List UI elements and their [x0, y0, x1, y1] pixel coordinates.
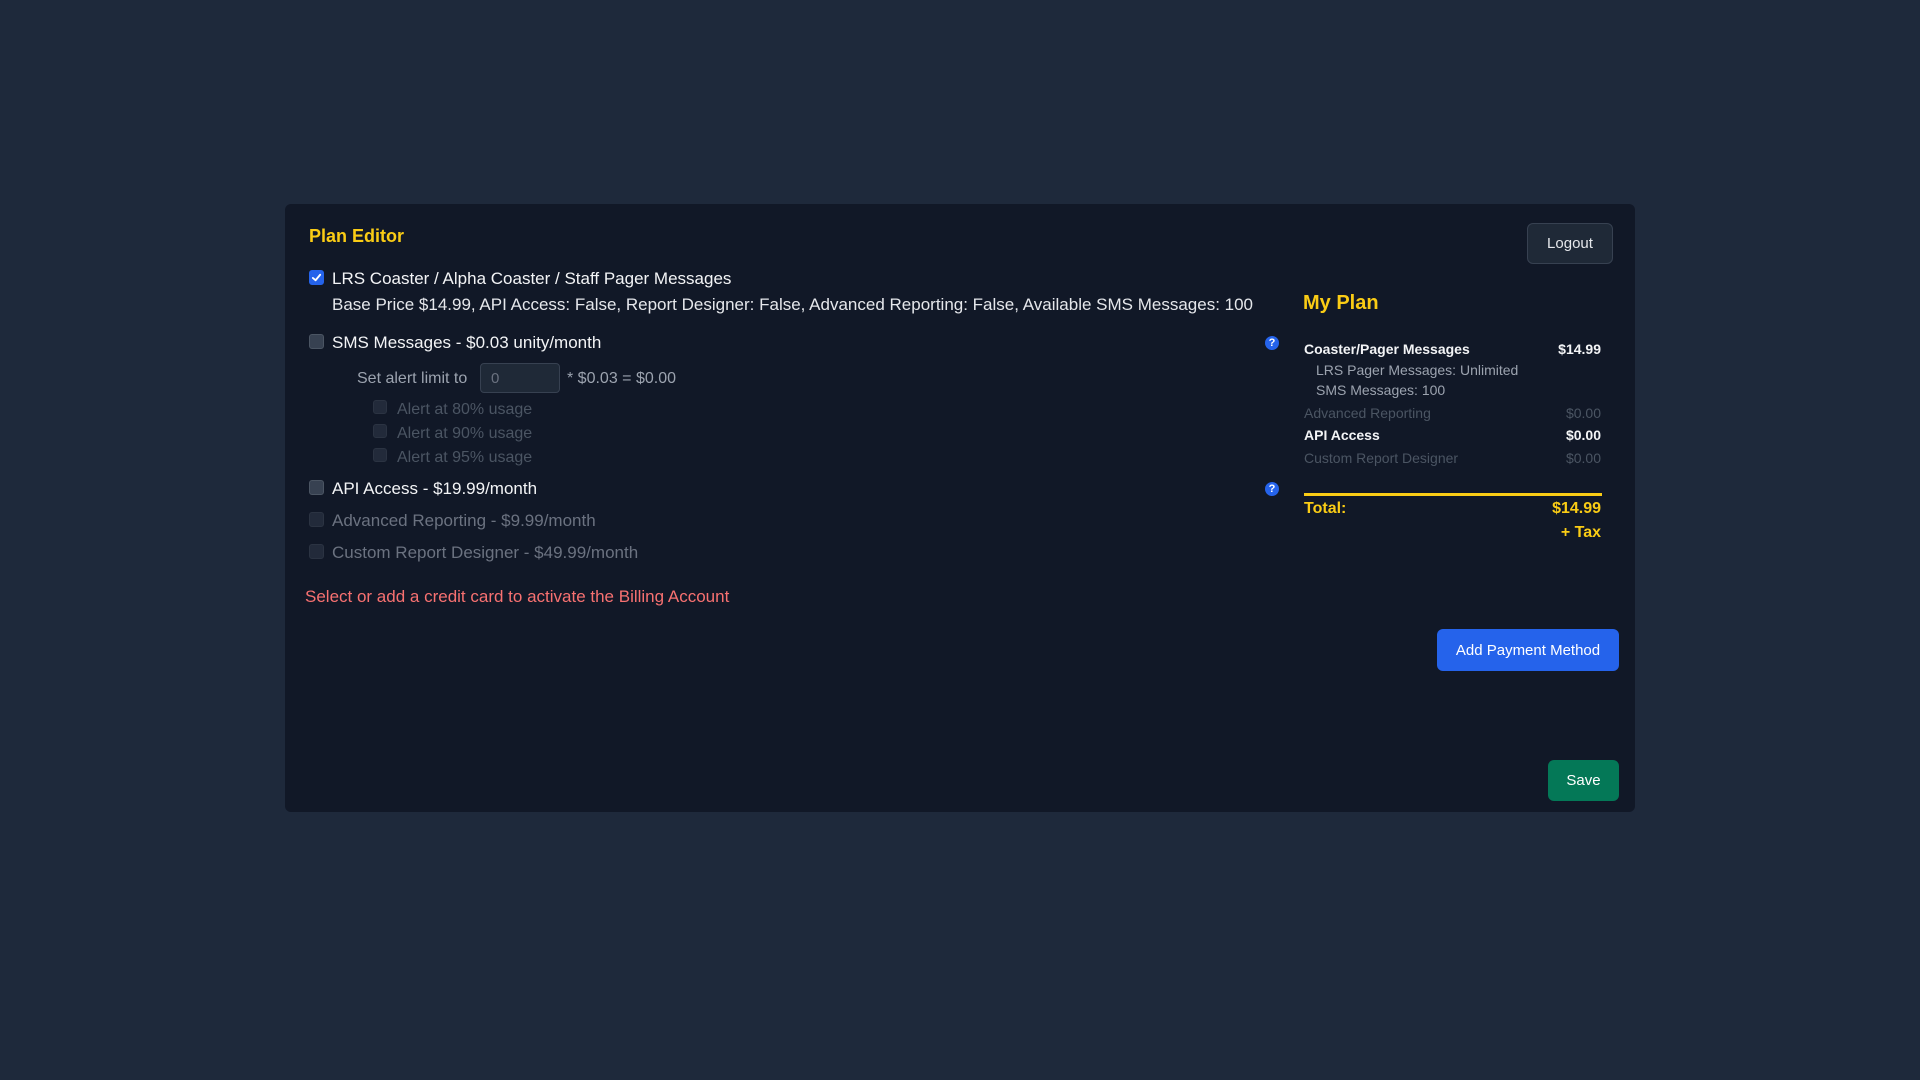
- report-designer-checkbox[interactable]: [309, 544, 324, 559]
- logout-button[interactable]: Logout: [1527, 223, 1613, 264]
- page-title: Plan Editor: [309, 226, 405, 246]
- base-plan-label: LRS Coaster / Alpha Coaster / Staff Page…: [332, 269, 732, 288]
- alert-limit-input[interactable]: [480, 363, 560, 393]
- my-plan-title: My Plan: [1303, 292, 1379, 314]
- api-access-label: API Access - $19.99/month: [332, 479, 538, 498]
- my-plan-total-label: Total:: [1304, 500, 1347, 517]
- api-help-icon[interactable]: ?: [1265, 482, 1279, 496]
- my-plan-advanced-reporting-row: Advanced Reporting $0.00: [1304, 405, 1601, 421]
- api-access-checkbox[interactable]: [309, 480, 324, 495]
- my-plan-tax-note: + Tax: [1560, 524, 1601, 541]
- alert-90-label: Alert at 90% usage: [397, 425, 533, 442]
- alert-80-checkbox[interactable]: [373, 400, 387, 414]
- base-plan-description: Base Price $14.99, API Access: False, Re…: [332, 295, 1254, 314]
- alert-95-label: Alert at 95% usage: [397, 449, 533, 466]
- sms-help-icon[interactable]: ?: [1265, 336, 1279, 350]
- billing-error-message: Select or add a credit card to activate …: [305, 587, 730, 606]
- my-plan-total-value: $14.99: [1552, 500, 1601, 517]
- my-plan-api-access-price: $0.00: [1565, 427, 1601, 443]
- my-plan-base-price: $14.99: [1558, 341, 1601, 357]
- save-button[interactable]: Save: [1548, 760, 1619, 801]
- add-payment-method-button[interactable]: Add Payment Method: [1437, 629, 1619, 671]
- my-plan-sms-detail: SMS Messages: 100: [1316, 382, 1446, 398]
- sms-messages-label: SMS Messages - $0.03 unity/month: [332, 333, 602, 352]
- base-plan-checkbox[interactable]: [309, 270, 324, 285]
- my-plan-report-designer-label: Custom Report Designer: [1304, 450, 1459, 466]
- alert-limit-cost: * $0.03 = $0.00: [567, 370, 676, 387]
- alert-80-label: Alert at 80% usage: [397, 401, 533, 418]
- report-designer-label: Custom Report Designer - $49.99/month: [332, 543, 639, 562]
- plan-editor-panel: Plan Editor Logout LRS Coaster / Alpha C…: [285, 204, 1635, 812]
- my-plan-pager-detail: LRS Pager Messages: Unlimited: [1316, 362, 1519, 378]
- my-plan-api-access-label: API Access: [1304, 427, 1380, 443]
- my-plan-total-row: Total: $14.99: [1304, 500, 1601, 518]
- my-plan-report-designer-row: Custom Report Designer $0.00: [1304, 450, 1601, 466]
- check-icon: [311, 273, 322, 282]
- alert-90-checkbox[interactable]: [373, 424, 387, 438]
- sms-messages-checkbox[interactable]: [309, 334, 324, 349]
- my-plan-report-designer-price: $0.00: [1565, 450, 1601, 466]
- my-plan-advanced-reporting-label: Advanced Reporting: [1304, 405, 1431, 421]
- advanced-reporting-label: Advanced Reporting - $9.99/month: [332, 511, 596, 530]
- my-plan-api-access-row: API Access $0.00: [1304, 427, 1601, 443]
- advanced-reporting-checkbox[interactable]: [309, 512, 324, 527]
- my-plan-base-row: Coaster/Pager Messages $14.99: [1304, 341, 1601, 357]
- my-plan-base-label: Coaster/Pager Messages: [1304, 341, 1470, 357]
- my-plan-divider: [1304, 493, 1602, 496]
- alert-95-checkbox[interactable]: [373, 448, 387, 462]
- my-plan-advanced-reporting-price: $0.00: [1565, 405, 1601, 421]
- alert-limit-prefix: Set alert limit to: [357, 370, 468, 387]
